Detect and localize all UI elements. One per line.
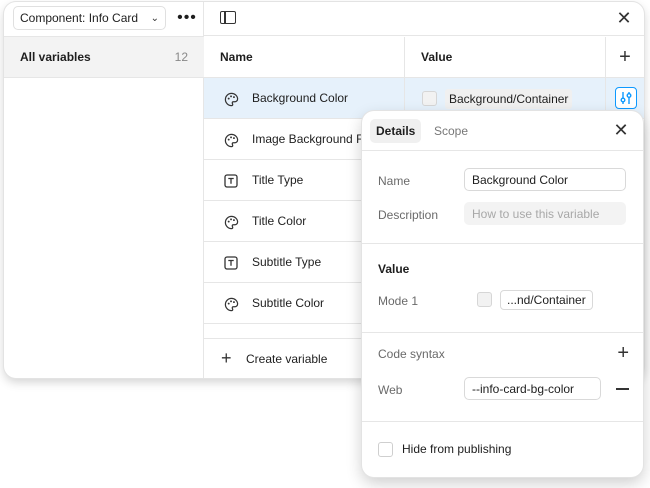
all-variables-count: 12 — [174, 50, 188, 64]
hide-from-publishing-checkbox[interactable] — [378, 442, 393, 457]
column-header-name: Name — [220, 50, 253, 64]
popover-header: Details Scope ✕ — [362, 111, 643, 151]
color-swatch — [422, 91, 437, 106]
edit-variable-button[interactable] — [615, 87, 637, 109]
mode-label: Mode 1 — [378, 294, 419, 308]
description-label: Description — [378, 208, 439, 222]
palette-icon — [223, 91, 239, 107]
description-input[interactable] — [464, 202, 626, 225]
toolbar: ✕ — [204, 2, 644, 36]
remove-syntax-button[interactable] — [616, 388, 629, 390]
name-input[interactable] — [464, 168, 626, 191]
divider — [362, 243, 643, 244]
palette-icon — [223, 296, 239, 312]
sidebar-item-all-variables[interactable]: All variables 12 — [4, 37, 204, 78]
close-icon[interactable]: ✕ — [614, 8, 634, 28]
create-variable-label: Create variable — [246, 352, 328, 366]
collection-dropdown[interactable]: Component: Info Card ⌄ — [13, 6, 166, 30]
hide-from-publishing-label: Hide from publishing — [402, 442, 512, 456]
web-syntax-input[interactable] — [464, 377, 601, 400]
stage: Component: Info Card ⌄ ••• All variables… — [0, 0, 650, 488]
all-variables-label: All variables — [20, 50, 91, 64]
plus-icon: + — [221, 348, 232, 368]
palette-icon — [223, 214, 239, 230]
alias-value: Background/Container — [445, 89, 573, 109]
more-options-icon[interactable]: ••• — [176, 8, 198, 28]
collections-sidebar: Component: Info Card ⌄ ••• All variables… — [4, 2, 204, 378]
palette-icon — [223, 132, 239, 148]
color-swatch — [477, 292, 492, 307]
text-type-icon — [223, 255, 239, 271]
collection-dropdown-label: Component: Info Card — [20, 11, 139, 25]
divider — [362, 332, 643, 333]
add-code-syntax-button[interactable]: + — [617, 343, 629, 363]
table-header: Name Value + — [204, 37, 644, 78]
name-label: Name — [378, 174, 411, 188]
chevron-down-icon: ⌄ — [150, 12, 159, 24]
tab-scope[interactable]: Scope — [428, 119, 474, 143]
value-section-title: Value — [378, 262, 410, 276]
code-syntax-label: Code syntax — [378, 347, 445, 361]
column-header-value: Value — [404, 37, 605, 78]
variable-details-popover: Details Scope ✕ Name Description Value M… — [362, 111, 643, 477]
mode-value-pill[interactable]: ...nd/Container — [500, 290, 593, 310]
divider — [362, 421, 643, 422]
sidebar-toggle-icon[interactable] — [220, 11, 236, 24]
tab-details[interactable]: Details — [370, 119, 422, 143]
close-icon[interactable]: ✕ — [611, 120, 631, 140]
text-type-icon — [223, 173, 239, 189]
sliders-icon — [620, 92, 632, 104]
add-mode-button[interactable]: + — [605, 37, 644, 78]
web-label: Web — [378, 383, 403, 397]
